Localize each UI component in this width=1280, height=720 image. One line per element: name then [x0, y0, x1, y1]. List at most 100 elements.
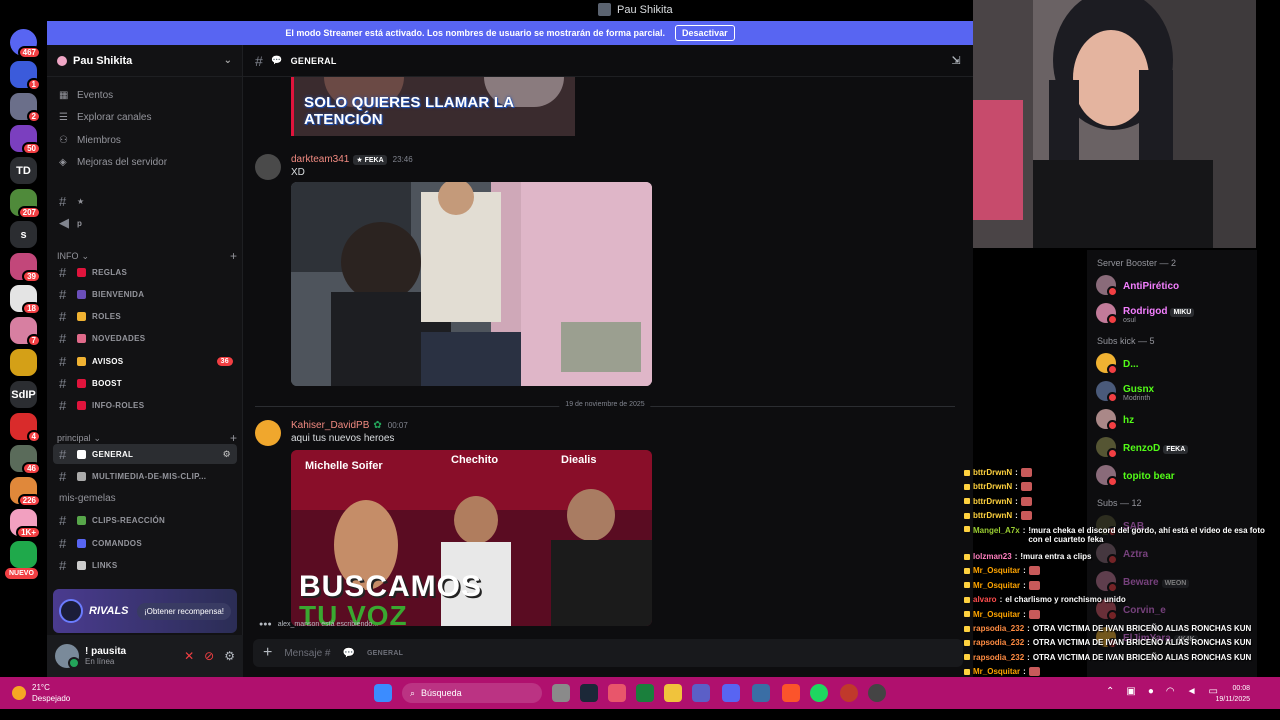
- category-info[interactable]: INFO ⌄ +: [57, 249, 237, 263]
- badge-icon: [964, 668, 970, 675]
- avatar[interactable]: [255, 420, 281, 446]
- channel-item[interactable]: # REGLAS: [53, 262, 237, 282]
- server-icon[interactable]: s: [10, 221, 37, 248]
- avatar[interactable]: [55, 644, 80, 669]
- brave-icon[interactable]: [782, 684, 800, 702]
- get-reward-button[interactable]: ¡Obtener recompensa!: [136, 602, 231, 620]
- add-attachment-icon[interactable]: +: [263, 644, 272, 662]
- member-item[interactable]: D...: [1096, 350, 1256, 376]
- server-icon[interactable]: 18: [10, 285, 41, 315]
- nav-members[interactable]: ⚇ Miembros: [59, 135, 121, 146]
- chevron-down-icon: ⌄: [223, 55, 232, 66]
- channel-item[interactable]: # AVISOS 36: [53, 351, 237, 371]
- server-icon[interactable]: 4: [10, 413, 41, 443]
- channel-item[interactable]: # BOOST: [53, 374, 237, 394]
- taskbar-search[interactable]: ⌕ Búsqueda: [402, 683, 542, 703]
- network-icon[interactable]: ▣: [1126, 686, 1135, 697]
- avatar[interactable]: [255, 154, 281, 180]
- server-icon[interactable]: 1K+: [10, 509, 41, 539]
- nav-events[interactable]: ▦ Eventos: [59, 90, 113, 101]
- server-icon[interactable]: SdIP: [10, 381, 37, 408]
- channel-item[interactable]: # CLIPS-REACCIÓN: [53, 511, 237, 531]
- server-icon[interactable]: [10, 541, 37, 568]
- chevron-up-icon[interactable]: ⌃: [1106, 686, 1114, 697]
- emote-icon: [1020, 468, 1032, 477]
- server-icon[interactable]: 226: [10, 477, 41, 507]
- volume-icon[interactable]: ◄: [1187, 686, 1197, 697]
- stream-chat-line: Mr_Osquitar:: [964, 667, 1040, 677]
- system-tray[interactable]: ⌃ ▣ ● ◠ ◄ ▭: [1106, 686, 1218, 697]
- add-channel-icon[interactable]: +: [230, 431, 237, 445]
- category-principal[interactable]: principal ⌄ +: [57, 431, 237, 445]
- obs-icon[interactable]: [868, 684, 886, 702]
- app-icon[interactable]: [752, 684, 770, 702]
- server-icon[interactable]: 1: [10, 61, 41, 91]
- app-icon[interactable]: [840, 684, 858, 702]
- server-icon[interactable]: 467: [10, 29, 41, 59]
- avatar: [1096, 437, 1118, 459]
- server-icon[interactable]: 50: [10, 125, 41, 155]
- nav-server-boosts[interactable]: ◈ Mejoras del servidor: [59, 157, 167, 168]
- mic-icon[interactable]: ●: [1148, 686, 1154, 697]
- clock[interactable]: 00:08 19/11/2025: [1215, 683, 1250, 705]
- member-item[interactable]: Gusnx Modrinth: [1096, 378, 1256, 404]
- channel-item[interactable]: # LINKS: [53, 556, 237, 576]
- task-view-icon[interactable]: [552, 684, 570, 702]
- new-badge[interactable]: NUEVO: [5, 568, 38, 579]
- message-composer[interactable]: + Mensaje # 💬 GENERAL: [253, 639, 963, 667]
- server-icon[interactable]: 207: [10, 189, 41, 219]
- app-icon[interactable]: [608, 684, 626, 702]
- guild-header[interactable]: Pau Shikita ⌄: [47, 45, 242, 77]
- server-icon[interactable]: [10, 349, 37, 376]
- teams-icon[interactable]: [692, 684, 710, 702]
- deafen-icon[interactable]: ⊘: [204, 649, 214, 663]
- server-icon[interactable]: 39: [10, 253, 41, 283]
- stream-chat-line: Mr_Osquitar:: [964, 580, 1040, 590]
- member-item[interactable]: RenzoD FEKA: [1096, 434, 1256, 460]
- deactivate-button[interactable]: Desactivar: [675, 25, 735, 41]
- server-icon[interactable]: 46: [10, 445, 41, 475]
- stream-chat-user: bttrDrwnN: [973, 468, 1013, 477]
- weather-widget[interactable]: 21°C Despejado: [12, 682, 70, 704]
- channel-item[interactable]: # NOVEDADES: [53, 329, 237, 349]
- channel-item[interactable]: mis-gemelas: [53, 489, 237, 509]
- windows-start-icon[interactable]: [374, 684, 392, 702]
- window-title: Pau Shikita: [598, 3, 673, 16]
- discord-icon[interactable]: [722, 684, 740, 702]
- add-channel-icon[interactable]: +: [230, 249, 237, 263]
- channel-p[interactable]: ◀ p: [53, 213, 237, 233]
- hashtag-icon: #: [59, 331, 67, 347]
- wifi-icon[interactable]: ◠: [1166, 686, 1175, 697]
- attachment-image[interactable]: SOLO QUIERES LLAMAR LA ATENCIÓN: [291, 77, 575, 136]
- member-item[interactable]: AntiPirético: [1096, 272, 1256, 298]
- mic-muted-icon[interactable]: ✕: [184, 649, 194, 663]
- channel-star[interactable]: # ★: [53, 191, 237, 211]
- message-author[interactable]: darkteam341: [291, 154, 349, 165]
- channel-item[interactable]: # GENERAL ⚙: [53, 444, 237, 464]
- separator: :: [1023, 580, 1026, 590]
- channel-item[interactable]: # INFO-ROLES: [53, 396, 237, 416]
- app-icon[interactable]: [636, 684, 654, 702]
- avatar: [1096, 303, 1118, 325]
- server-icon[interactable]: 7: [10, 317, 41, 347]
- channel-item[interactable]: # BIENVENIDA: [53, 284, 237, 304]
- member-item[interactable]: hz: [1096, 406, 1256, 432]
- attachment-thumbnail[interactable]: Michelle Soifer Chechito Diealis BUSCAMO…: [291, 450, 652, 626]
- steam-icon[interactable]: [580, 684, 598, 702]
- server-icon[interactable]: TD: [10, 157, 37, 184]
- hashtag-icon: #: [59, 398, 67, 414]
- pin-icon[interactable]: ⇲: [951, 54, 961, 67]
- spotify-icon[interactable]: [810, 684, 828, 702]
- attachment-photo[interactable]: [291, 182, 652, 386]
- channel-item[interactable]: # MULTIMEDIA-DE-MIS-CLIP...: [53, 466, 237, 486]
- channel-item[interactable]: # ROLES: [53, 307, 237, 327]
- typing-dots-icon: ●●●: [259, 621, 272, 628]
- message-author[interactable]: Kahiser_DavidPB: [291, 420, 369, 431]
- nav-browse-channels[interactable]: ☰ Explorar canales: [59, 112, 151, 123]
- gear-icon[interactable]: ⚙: [224, 649, 235, 663]
- member-item[interactable]: Rodrigod MIKU osul: [1096, 300, 1256, 326]
- channel-item[interactable]: # COMANDOS: [53, 533, 237, 553]
- folder-icon[interactable]: [664, 684, 682, 702]
- server-icon[interactable]: 2: [10, 93, 41, 123]
- channel-settings-icon[interactable]: ⚙: [223, 449, 231, 460]
